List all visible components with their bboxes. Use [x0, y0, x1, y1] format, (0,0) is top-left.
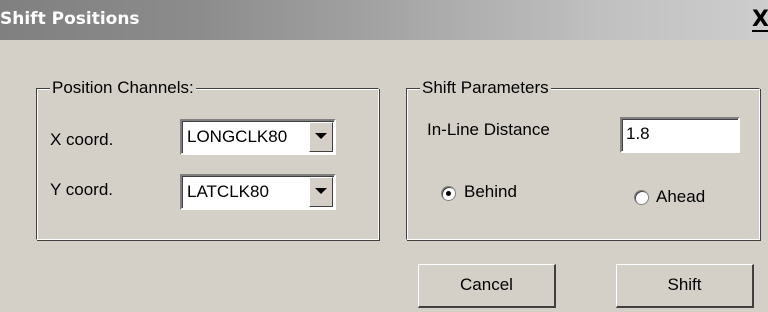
ahead-label: Ahead: [656, 187, 706, 206]
y-coord-dropdown-button[interactable]: [309, 177, 333, 207]
x-coord-value: LONGCLK80: [187, 127, 288, 146]
behind-label: Behind: [464, 182, 517, 201]
radio-selected-dot: [446, 191, 451, 196]
behind-radio[interactable]: [441, 186, 456, 201]
cancel-button[interactable]: Cancel: [418, 264, 556, 308]
close-icon: X: [752, 8, 768, 32]
x-coord-label: X coord.: [50, 130, 114, 149]
shift-parameters-legend: Shift Parameters: [420, 78, 551, 98]
y-coord-label: Y coord.: [50, 180, 114, 199]
position-channels-frame: [36, 88, 379, 240]
y-coord-select[interactable]: LATCLK80: [180, 174, 336, 210]
in-line-distance-input[interactable]: 1.8: [620, 117, 740, 153]
in-line-distance-label: In-Line Distance: [427, 120, 550, 139]
shift-positions-dialog: Shift Positions X Position Channels: X c…: [0, 0, 768, 312]
shift-parameters-frame: [406, 88, 760, 240]
y-coord-value: LATCLK80: [187, 182, 269, 201]
ahead-radio[interactable]: [634, 190, 649, 205]
close-button[interactable]: X: [752, 8, 768, 32]
x-coord-select[interactable]: LONGCLK80: [180, 119, 336, 155]
position-channels-legend: Position Channels:: [50, 78, 196, 98]
shift-button[interactable]: Shift: [616, 264, 754, 308]
chevron-down-icon: [315, 188, 327, 194]
dialog-title: Shift Positions: [0, 9, 140, 29]
in-line-distance-value: 1.8: [626, 124, 650, 143]
chevron-down-icon: [315, 133, 327, 139]
title-bar[interactable]: Shift Positions X: [0, 0, 768, 40]
x-coord-dropdown-button[interactable]: [309, 122, 333, 152]
